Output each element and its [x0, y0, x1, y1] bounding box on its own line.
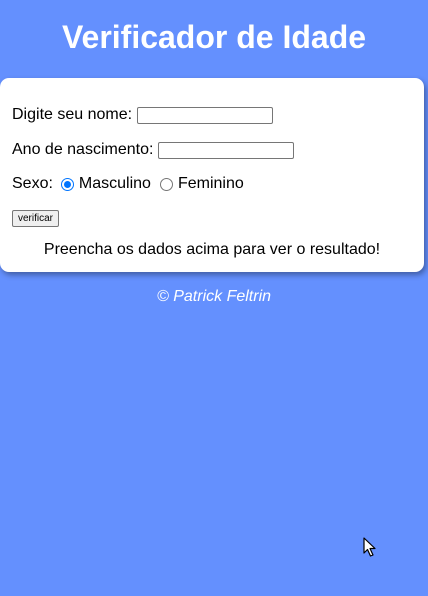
- footer-credit: © Patrick Feltrin: [156, 288, 272, 305]
- sex-label: Sexo:: [12, 175, 53, 192]
- birth-year-row: Ano de nascimento:: [12, 140, 295, 160]
- radio-masculino[interactable]: [60, 177, 74, 191]
- radio-feminino-label[interactable]: Feminino: [178, 174, 244, 194]
- name-input[interactable]: [137, 106, 274, 124]
- radio-masculino-label[interactable]: Masculino: [79, 174, 151, 194]
- result-text: Preencha os dados acima para ver o resul…: [43, 241, 381, 258]
- page: Verificador de Idade Digite seu nome: An…: [0, 0, 428, 596]
- page-header: Verificador de Idade: [0, 0, 428, 78]
- name-row: Digite seu nome:: [12, 105, 274, 125]
- birth-year-input[interactable]: [158, 141, 295, 159]
- birth-year-label: Ano de nascimento:: [12, 141, 154, 158]
- sex-row: Sexo: Masculino Feminino: [12, 174, 244, 194]
- mouse-pointer-icon: [363, 537, 376, 557]
- radio-feminino[interactable]: [159, 177, 173, 191]
- name-label: Digite seu nome:: [12, 106, 133, 123]
- page-title: Verificador de Idade: [61, 19, 367, 55]
- form-card: Digite seu nome: Ano de nascimento: Sexo…: [0, 78, 424, 272]
- verify-button[interactable]: verificar: [12, 210, 60, 227]
